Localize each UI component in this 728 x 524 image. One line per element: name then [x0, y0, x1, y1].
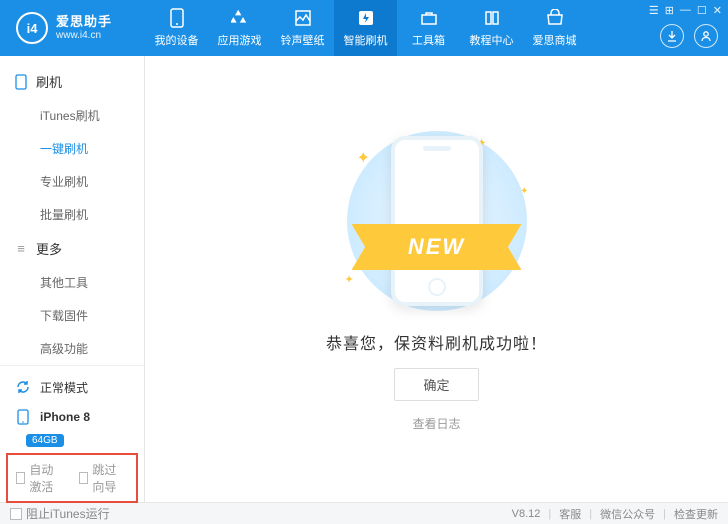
app-name: 爱思助手 [56, 15, 112, 29]
nav-flash[interactable]: 智能刷机 [334, 0, 397, 56]
status-bar: 阻止iTunes运行 V8.12 | 客服 | 微信公众号 | 检查更新 [0, 502, 728, 524]
nav-devices[interactable]: 我的设备 [145, 0, 208, 56]
app-header: i4 爱思助手 www.i4.cn 我的设备 应用游戏 铃声壁纸 智能刷机 工具… [0, 0, 728, 56]
options-highlight-box: 自动激活 跳过向导 [6, 453, 138, 503]
header-right [660, 24, 718, 48]
user-button[interactable] [694, 24, 718, 48]
app-url: www.i4.cn [56, 30, 112, 41]
skip-guide-checkbox[interactable]: 跳过向导 [79, 461, 128, 495]
sidebar-group-more[interactable]: ≡ 更多 [0, 231, 144, 266]
ok-button[interactable]: 确定 [394, 368, 478, 401]
sidebar-item-advanced[interactable]: 高级功能 [0, 332, 144, 365]
check-update-link[interactable]: 检查更新 [674, 506, 718, 522]
star-icon: ✦ [357, 148, 370, 168]
device-name: iPhone 8 [40, 410, 90, 424]
sidebar: 刷机 iTunes刷机 一键刷机 专业刷机 批量刷机 ≡ 更多 其他工具 下载固… [0, 56, 145, 502]
nav-tutorial[interactable]: 教程中心 [460, 0, 523, 56]
window-controls: ☰ ⊞ — ☐ ✕ [649, 4, 722, 17]
sidebar-item-itunes-flash[interactable]: iTunes刷机 [0, 99, 144, 132]
sidebar-item-batch-flash[interactable]: 批量刷机 [0, 198, 144, 231]
phone-small-icon [14, 75, 28, 89]
store-icon [545, 8, 565, 28]
device-row[interactable]: iPhone 8 [0, 402, 144, 432]
star-icon: ✦ [520, 186, 528, 197]
minimize-icon[interactable]: — [680, 4, 691, 17]
auto-activate-checkbox[interactable]: 自动激活 [16, 461, 65, 495]
sidebar-item-other-tools[interactable]: 其他工具 [0, 266, 144, 299]
success-illustration: ✦ ✦ ✦ ✦ NEW [327, 126, 547, 316]
storage-badge: 64GB [26, 434, 64, 447]
toolbox-icon [419, 8, 439, 28]
star-icon: ✦ [345, 273, 354, 286]
nav-games[interactable]: 应用游戏 [208, 0, 271, 56]
apps-icon [230, 8, 250, 28]
block-itunes-checkbox[interactable]: 阻止iTunes运行 [10, 505, 110, 522]
lock-icon[interactable]: ⊞ [665, 4, 674, 17]
sidebar-item-oneclick-flash[interactable]: 一键刷机 [0, 132, 144, 165]
flash-icon [356, 8, 376, 28]
main-content: ✦ ✦ ✦ ✦ NEW 恭喜您，保资料刷机成功啦！ 确定 查看日志 [145, 56, 728, 502]
sidebar-group-flash[interactable]: 刷机 [0, 64, 144, 99]
new-ribbon: NEW [352, 224, 522, 270]
sidebar-item-pro-flash[interactable]: 专业刷机 [0, 165, 144, 198]
wallpaper-icon [293, 8, 313, 28]
support-link[interactable]: 客服 [559, 506, 581, 522]
top-nav: 我的设备 应用游戏 铃声壁纸 智能刷机 工具箱 教程中心 爱思商城 [145, 0, 586, 56]
wechat-link[interactable]: 微信公众号 [600, 506, 655, 522]
nav-toolbox[interactable]: 工具箱 [397, 0, 460, 56]
download-button[interactable] [660, 24, 684, 48]
version-label: V8.12 [512, 508, 541, 520]
phone-icon [167, 8, 187, 28]
logo: i4 爱思助手 www.i4.cn [0, 12, 145, 44]
maximize-icon[interactable]: ☐ [697, 4, 707, 17]
book-icon [482, 8, 502, 28]
sidebar-item-download-fw[interactable]: 下载固件 [0, 299, 144, 332]
device-icon [14, 408, 32, 426]
success-message: 恭喜您，保资料刷机成功啦！ [326, 330, 547, 354]
mode-row[interactable]: 正常模式 [0, 372, 144, 402]
close-icon[interactable]: ✕ [713, 4, 722, 17]
more-icon: ≡ [14, 242, 28, 256]
nav-store[interactable]: 爱思商城 [523, 0, 586, 56]
menu-icon[interactable]: ☰ [649, 4, 659, 17]
phone-graphic [391, 136, 483, 306]
nav-ringtones[interactable]: 铃声壁纸 [271, 0, 334, 56]
logo-icon: i4 [16, 12, 48, 44]
view-log-link[interactable]: 查看日志 [412, 415, 460, 432]
refresh-icon [14, 378, 32, 396]
mode-label: 正常模式 [40, 379, 88, 396]
